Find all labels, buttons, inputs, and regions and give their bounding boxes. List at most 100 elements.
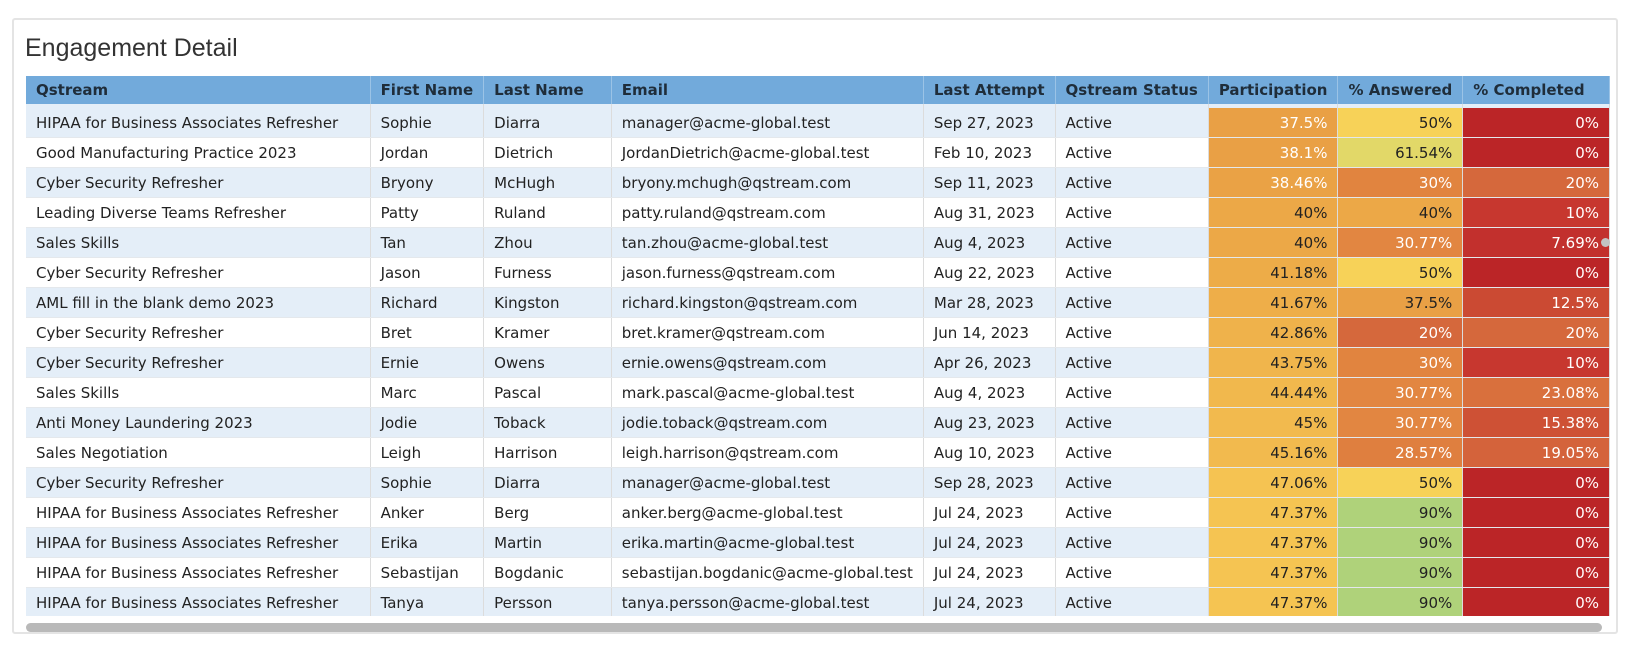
horizontal-scrollbar[interactable] <box>26 623 1602 632</box>
column-header-last-name[interactable]: Last Name <box>483 76 612 104</box>
cell-qstream-status: Active <box>1055 377 1209 408</box>
cell-last-name: Toback <box>483 407 612 438</box>
cell-participation: 45% <box>1208 407 1339 438</box>
cell-last-attempt: Jul 24, 2023 <box>923 587 1056 616</box>
table-row[interactable]: HIPAA for Business Associates Refresher E… <box>26 527 1610 558</box>
table-row[interactable]: Cyber Security Refresher Ernie Owens ernie.… <box>26 347 1610 378</box>
cell-qstream: Good Manufacturing Practice 2023 <box>26 137 371 168</box>
cell-first-name: Jodie <box>370 407 485 438</box>
cell-answered: 50% <box>1337 257 1464 288</box>
cell-completed: 0% <box>1462 108 1610 138</box>
cell-qstream-status: Active <box>1055 197 1209 228</box>
table-row[interactable]: HIPAA for Business Associates Refresher S… <box>26 557 1610 588</box>
cell-qstream-status: Active <box>1055 167 1209 198</box>
cell-last-name: Diarra <box>483 108 612 138</box>
cell-first-name: Marc <box>370 377 485 408</box>
cell-last-attempt: Feb 10, 2023 <box>923 137 1056 168</box>
table-row[interactable]: Cyber Security Refresher Bret Kramer bret.k… <box>26 317 1610 348</box>
cell-qstream-status: Active <box>1055 407 1209 438</box>
cell-qstream: HIPAA for Business Associates Refresher <box>26 557 371 588</box>
cell-qstream: HIPAA for Business Associates Refresher <box>26 587 371 616</box>
cell-first-name: Sophie <box>370 467 485 498</box>
table-row[interactable]: AML fill in the blank demo 2023 Richard Ki… <box>26 287 1610 318</box>
column-header-email[interactable]: Email <box>611 76 924 104</box>
cell-qstream: Cyber Security Refresher <box>26 257 371 288</box>
cell-qstream: Leading Diverse Teams Refresher <box>26 197 371 228</box>
table-row[interactable]: Leading Diverse Teams Refresher Patty Rula… <box>26 197 1610 228</box>
cell-participation: 40% <box>1208 227 1339 258</box>
column-header-qstream-status[interactable]: Qstream Status <box>1055 76 1209 104</box>
column-header-qstream[interactable]: Qstream <box>26 76 371 104</box>
cell-last-name: Harrison <box>483 437 612 468</box>
column-header-last-attempt[interactable]: Last Attempt <box>923 76 1056 104</box>
cell-last-name: Berg <box>483 497 612 528</box>
cell-first-name: Ernie <box>370 347 485 378</box>
table-row[interactable]: HIPAA for Business Associates Refresher T… <box>26 587 1610 616</box>
cell-answered: 90% <box>1337 557 1464 588</box>
table-row[interactable]: Cyber Security Refresher Bryony McHugh bryo… <box>26 167 1610 198</box>
cell-last-name: Pascal <box>483 377 612 408</box>
cell-qstream-status: Active <box>1055 527 1209 558</box>
cell-qstream-status: Active <box>1055 437 1209 468</box>
cell-first-name: Anker <box>370 497 485 528</box>
cell-answered: 90% <box>1337 527 1464 558</box>
cell-answered: 30% <box>1337 167 1464 198</box>
cell-qstream-status: Active <box>1055 108 1209 138</box>
cell-first-name: Bret <box>370 317 485 348</box>
cell-completed: 20% <box>1462 317 1610 348</box>
table-row[interactable]: Cyber Security Refresher Sophie Diarra mana… <box>26 467 1610 498</box>
cell-participation: 41.18% <box>1208 257 1339 288</box>
cell-email: anker.berg@acme-global.test <box>611 497 924 528</box>
cell-last-name: Kingston <box>483 287 612 318</box>
cell-first-name: Tanya <box>370 587 485 616</box>
cell-last-attempt: Aug 31, 2023 <box>923 197 1056 228</box>
table-row[interactable]: HIPAA for Business Associates Refresher S… <box>26 108 1610 138</box>
table-row[interactable]: Anti Money Laundering 2023 Jodie Toback jod… <box>26 407 1610 438</box>
table-row[interactable]: Sales Skills Marc Pascal mark.pascal@acme-g… <box>26 377 1610 408</box>
table-viewport[interactable]: Qstream First Name Last Name Email Last … <box>26 76 1610 616</box>
cell-answered: 50% <box>1337 108 1464 138</box>
cell-email: leigh.harrison@qstream.com <box>611 437 924 468</box>
column-header-answered[interactable]: % Answered <box>1337 76 1464 104</box>
cell-qstream: Anti Money Laundering 2023 <box>26 407 371 438</box>
cell-last-attempt: Jul 24, 2023 <box>923 557 1056 588</box>
cell-participation: 47.06% <box>1208 467 1339 498</box>
cell-qstream-status: Active <box>1055 347 1209 378</box>
cell-qstream: Sales Skills <box>26 227 371 258</box>
table-row[interactable]: HIPAA for Business Associates Refresher A… <box>26 497 1610 528</box>
cell-qstream-status: Active <box>1055 587 1209 616</box>
cell-first-name: Bryony <box>370 167 485 198</box>
cell-first-name: Sebastijan <box>370 557 485 588</box>
cell-completed: 20% <box>1462 167 1610 198</box>
panel-title: Engagement Detail <box>25 34 238 62</box>
table-row[interactable]: Sales Negotiation Leigh Harrison leigh.harr… <box>26 437 1610 468</box>
vertical-scroll-indicator[interactable] <box>1601 238 1610 247</box>
table-row[interactable]: Cyber Security Refresher Jason Furness jaso… <box>26 257 1610 288</box>
cell-first-name: Tan <box>370 227 485 258</box>
column-header-first-name[interactable]: First Name <box>370 76 485 104</box>
cell-last-name: Dietrich <box>483 137 612 168</box>
cell-email: manager@acme-global.test <box>611 108 924 138</box>
cell-qstream: Cyber Security Refresher <box>26 317 371 348</box>
cell-qstream-status: Active <box>1055 467 1209 498</box>
cell-completed: 0% <box>1462 137 1610 168</box>
cell-participation: 43.75% <box>1208 347 1339 378</box>
table-row[interactable]: Sales Skills Tan Zhou tan.zhou@acme-global.… <box>26 227 1610 258</box>
cell-email: manager@acme-global.test <box>611 467 924 498</box>
cell-email: ernie.owens@qstream.com <box>611 347 924 378</box>
cell-first-name: Leigh <box>370 437 485 468</box>
cell-completed: 0% <box>1462 527 1610 558</box>
cell-participation: 47.37% <box>1208 527 1339 558</box>
cell-first-name: Jason <box>370 257 485 288</box>
table-row[interactable]: Good Manufacturing Practice 2023 Jordan Di… <box>26 137 1610 168</box>
column-header-completed[interactable]: % Completed <box>1462 76 1610 104</box>
cell-completed: 0% <box>1462 497 1610 528</box>
cell-last-name: Owens <box>483 347 612 378</box>
cell-participation: 38.1% <box>1208 137 1339 168</box>
cell-participation: 42.86% <box>1208 317 1339 348</box>
cell-qstream: AML fill in the blank demo 2023 <box>26 287 371 318</box>
cell-qstream: Cyber Security Refresher <box>26 347 371 378</box>
column-header-participation[interactable]: Participation <box>1208 76 1339 104</box>
cell-last-attempt: Apr 26, 2023 <box>923 347 1056 378</box>
cell-completed: 0% <box>1462 557 1610 588</box>
